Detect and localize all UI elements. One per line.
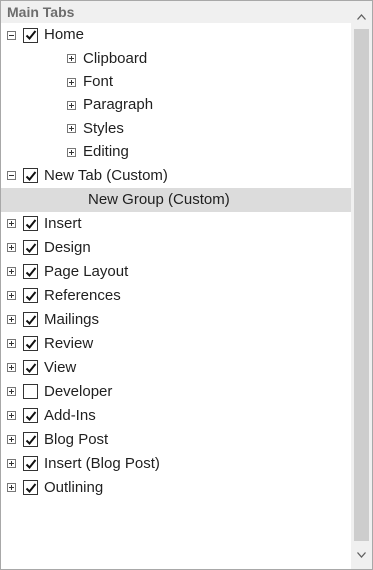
group-label-new-group: New Group (Custom) xyxy=(88,190,230,208)
checkmark-icon xyxy=(25,339,36,349)
checkmark-icon xyxy=(25,171,36,181)
tab-label-home: Home xyxy=(44,26,85,43)
checkmark-icon xyxy=(25,243,36,253)
tree-row-page-layout[interactable]: Page Layout xyxy=(1,260,351,284)
tree-row-insert-blog-post[interactable]: Insert (Blog Post) xyxy=(1,452,351,476)
expand-toggle-icon[interactable] xyxy=(7,267,16,277)
group-label-editing: Editing xyxy=(83,143,129,161)
scroll-down-arrow-icon[interactable] xyxy=(351,545,372,565)
home-checkbox[interactable] xyxy=(23,27,38,43)
tab-label-review: Review xyxy=(44,334,94,352)
tree-row-insert[interactable]: Insert xyxy=(1,212,351,236)
expand-toggle-icon[interactable] xyxy=(67,124,76,134)
checkmark-icon xyxy=(25,30,36,40)
tree-row-view[interactable]: View xyxy=(1,356,351,380)
group-label-font: Font xyxy=(83,73,114,91)
insert-blog-post-checkbox[interactable] xyxy=(23,456,38,472)
tab-label-references: References xyxy=(44,286,121,304)
insert-checkbox[interactable] xyxy=(23,216,38,232)
page-layout-checkbox[interactable] xyxy=(23,264,38,280)
expand-toggle-icon[interactable] xyxy=(7,411,16,421)
tree-row-new-group[interactable]: New Group (Custom) xyxy=(1,187,351,212)
tab-label-page-layout: Page Layout xyxy=(44,262,129,280)
expand-toggle-icon[interactable] xyxy=(67,147,76,157)
outlining-checkbox[interactable] xyxy=(23,480,38,496)
tab-label-view: View xyxy=(44,358,77,376)
mailings-checkbox[interactable] xyxy=(23,312,38,328)
tab-label-outlining: Outlining xyxy=(44,478,104,496)
tab-label-insert-blog-post: Insert (Blog Post) xyxy=(44,454,160,472)
expand-toggle-icon[interactable] xyxy=(67,54,76,64)
tab-label-developer: Developer xyxy=(44,382,113,400)
tree-row-clipboard[interactable]: Clipboard xyxy=(1,47,351,70)
tab-label-design: Design xyxy=(44,238,91,256)
customize-ribbon-tabs-panel: Main Tabs Home Clipboard Font Paragraph … xyxy=(0,0,373,570)
checkmark-icon xyxy=(25,315,36,325)
tree-row-mailings[interactable]: Mailings xyxy=(1,308,351,332)
expand-toggle-icon[interactable] xyxy=(7,339,16,349)
group-label-clipboard: Clipboard xyxy=(83,49,148,67)
tree-row-add-ins[interactable]: Add-Ins xyxy=(1,404,351,428)
collapse-toggle-icon[interactable] xyxy=(7,171,16,181)
tree-row-new-tab[interactable]: New Tab (Custom) xyxy=(1,164,351,188)
checkmark-icon xyxy=(25,363,36,373)
tree-row-editing[interactable]: Editing xyxy=(1,141,351,164)
new-tab-checkbox[interactable] xyxy=(23,168,38,184)
group-label-paragraph: Paragraph xyxy=(83,96,154,114)
references-checkbox[interactable] xyxy=(23,288,38,304)
tree-row-outlining[interactable]: Outlining xyxy=(1,476,351,500)
expand-toggle-icon[interactable] xyxy=(67,77,76,87)
review-checkbox[interactable] xyxy=(23,336,38,352)
expand-toggle-icon[interactable] xyxy=(7,315,16,325)
expand-toggle-icon[interactable] xyxy=(7,459,16,469)
tree-row-home[interactable]: Home xyxy=(1,23,351,47)
developer-checkbox[interactable] xyxy=(23,384,38,400)
expand-toggle-icon[interactable] xyxy=(7,483,16,493)
tab-label-insert: Insert xyxy=(44,214,82,232)
expand-toggle-icon[interactable] xyxy=(7,243,16,253)
checkmark-icon xyxy=(25,411,36,421)
group-label-styles: Styles xyxy=(83,119,124,137)
tabs-tree: Home Clipboard Font Paragraph Styles Edi… xyxy=(1,23,351,500)
design-checkbox[interactable] xyxy=(23,240,38,256)
scroll-up-arrow-icon[interactable] xyxy=(351,7,372,27)
tree-row-review[interactable]: Review xyxy=(1,332,351,356)
tab-label-mailings: Mailings xyxy=(44,310,100,328)
tree-row-font[interactable]: Font xyxy=(1,70,351,93)
expand-toggle-icon[interactable] xyxy=(7,219,16,229)
tab-label-blog-post: Blog Post xyxy=(44,430,109,448)
checkmark-icon xyxy=(25,267,36,277)
checkmark-icon xyxy=(25,435,36,445)
expand-toggle-icon[interactable] xyxy=(67,100,76,110)
tree-row-references[interactable]: References xyxy=(1,284,351,308)
tab-label-new-tab: New Tab (Custom) xyxy=(44,166,168,184)
tree-row-paragraph[interactable]: Paragraph xyxy=(1,94,351,117)
vertical-scrollbar[interactable] xyxy=(351,1,372,569)
scroll-thumb[interactable] xyxy=(354,29,369,541)
expand-toggle-icon[interactable] xyxy=(7,363,16,373)
view-checkbox[interactable] xyxy=(23,360,38,376)
tree-row-blog-post[interactable]: Blog Post xyxy=(1,428,351,452)
add-ins-checkbox[interactable] xyxy=(23,408,38,424)
collapse-toggle-icon[interactable] xyxy=(7,30,16,40)
blog-post-checkbox[interactable] xyxy=(23,432,38,448)
checkmark-icon xyxy=(25,291,36,301)
checkmark-icon xyxy=(25,459,36,469)
tab-label-add-ins: Add-Ins xyxy=(44,406,96,424)
main-tabs-header: Main Tabs xyxy=(1,1,351,23)
checkmark-icon xyxy=(25,483,36,493)
expand-toggle-icon[interactable] xyxy=(7,291,16,301)
checkmark-icon xyxy=(25,219,36,229)
tree-row-design[interactable]: Design xyxy=(1,236,351,260)
expand-toggle-icon[interactable] xyxy=(7,387,16,397)
tree-row-styles[interactable]: Styles xyxy=(1,117,351,140)
expand-toggle-icon[interactable] xyxy=(7,435,16,445)
tree-row-developer[interactable]: Developer xyxy=(1,380,351,404)
